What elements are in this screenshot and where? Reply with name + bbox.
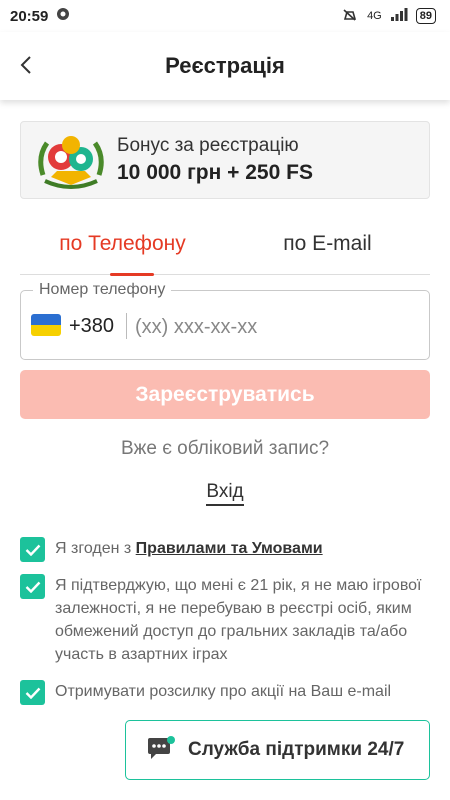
tab-phone[interactable]: по Телефону [20,222,225,274]
checkmark-icon [25,687,40,699]
battery-icon: 89 [415,8,436,24]
have-account-text: Вже є обліковий запис? [120,438,330,459]
status-bar: 20:59 4G 89 [0,0,450,32]
tab-email[interactable]: по E-mail [225,222,430,274]
terms-checkbox-row: Я згоден з Правилами та Умовами [20,537,430,562]
bonus-amount: 10 000 грн + 250 FS [117,161,313,184]
phone-input[interactable] [133,309,417,345]
newsletter-checkbox-row: Отримувати розсилку про акції на Ваш e-m… [20,680,430,705]
login-link[interactable]: Вхід [206,481,244,506]
support-button[interactable]: Служба підтримки 24/7 [125,720,430,780]
age-checkbox-row: Я підтверджую, що мені є 21 рік, я не ма… [20,574,430,666]
status-time: 20:59 [10,7,49,25]
chat-icon [148,736,175,759]
active-tab-indicator [110,273,154,276]
app-bar: Реєстрація [0,32,450,100]
phone-label: Номер телефону [33,281,172,299]
register-button[interactable]: Зареєструватись [20,370,430,419]
registration-tabs: по Телефону по E-mail [20,222,430,276]
casino-chips-icon [38,136,104,189]
chevron-left-icon [20,56,31,74]
signal-icon [390,8,408,24]
support-label: Служба підтримки 24/7 [188,739,405,760]
mute-icon [341,7,359,26]
page-title: Реєстрація [165,53,285,78]
country-code: +380 [69,315,115,337]
bonus-banner: Бонус за реєстрацію 10 000 грн + 250 FS [20,121,430,199]
back-button[interactable] [12,50,40,80]
checkmark-icon [25,581,40,593]
age-confirmation-text: Я підтверджую, що мені є 21 рік, я не ма… [55,577,422,663]
notification-icon [56,7,70,25]
terms-checkbox[interactable] [20,537,45,562]
newsletter-text: Отримувати розсилку про акції на Ваш e-m… [55,683,392,700]
bonus-title: Бонус за реєстрацію [117,135,299,156]
terms-link[interactable]: Правилами та Умовами [136,540,323,557]
checkmark-icon [25,544,40,556]
ukraine-flag-icon [31,314,61,336]
phone-field: Номер телефону +380 [20,281,430,360]
age-checkbox[interactable] [20,574,45,599]
newsletter-checkbox[interactable] [20,680,45,705]
field-divider [126,313,127,339]
network-label: 4G [367,10,382,22]
terms-prefix: Я згоден з [55,540,136,557]
